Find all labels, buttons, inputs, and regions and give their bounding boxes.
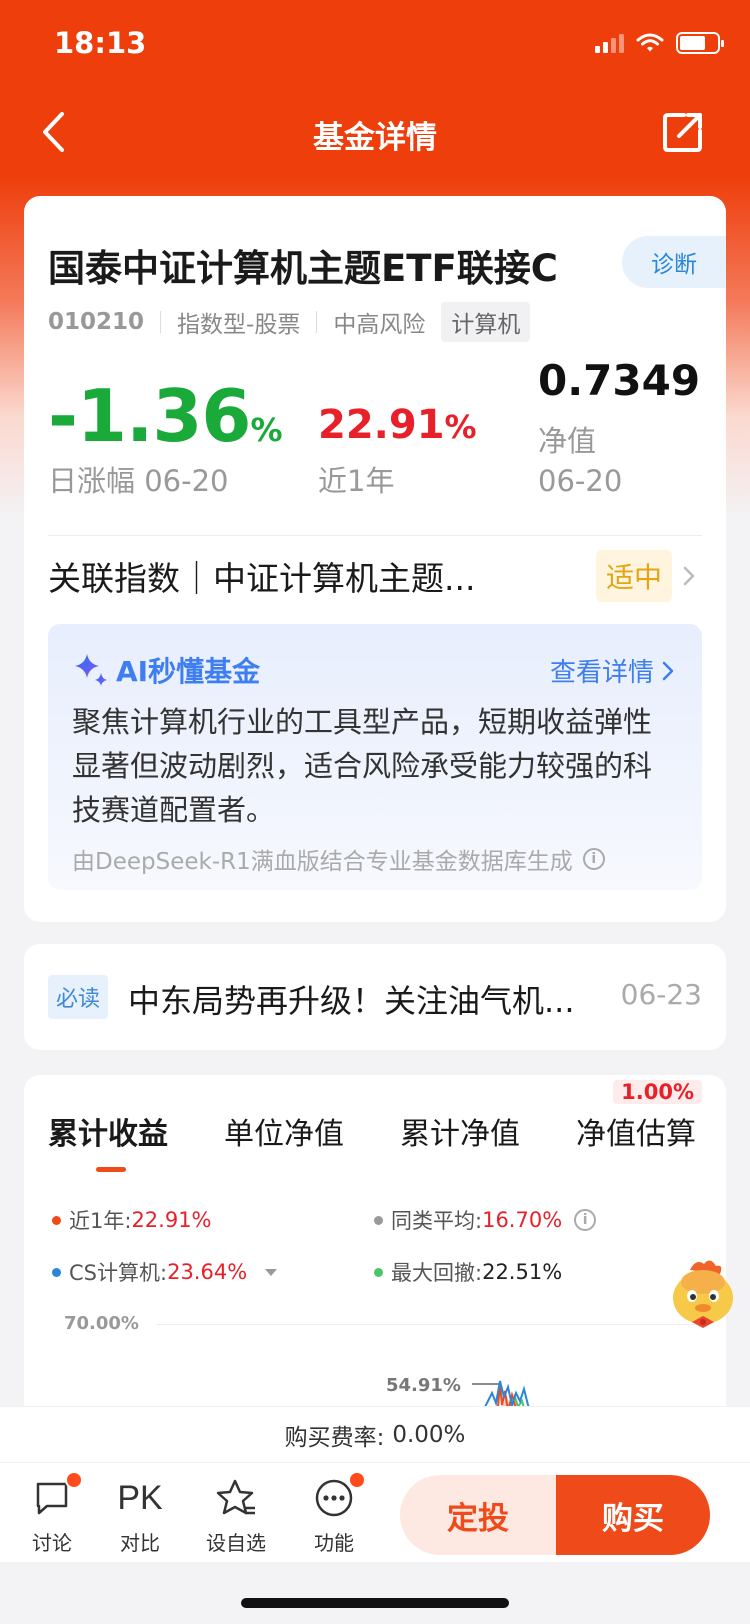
status-icons [595, 32, 724, 54]
compare-label: 对比 [120, 1531, 160, 1555]
home-indicator[interactable] [241, 1598, 509, 1608]
performance-card: 累计收益 单位净值 累计净值 净值估算 1.00% 近1年: 22.91% 同类… [24, 1075, 726, 1415]
signal-icon [595, 33, 624, 53]
pk-icon: PK [117, 1477, 162, 1519]
add-watchlist-button[interactable]: 设自选 [196, 1477, 276, 1556]
mascot-icon[interactable] [666, 1256, 740, 1332]
discuss-icon [33, 1471, 83, 1519]
functions-label: 功能 [314, 1531, 354, 1555]
compare-button[interactable]: PK 对比 [100, 1477, 180, 1556]
nav-value: 0.7349 [538, 356, 701, 405]
chevron-right-icon [682, 564, 702, 588]
functions-button[interactable]: 功能 [294, 1471, 374, 1556]
daily-change-label: 日涨幅 06-20 [48, 464, 229, 498]
daily-change: -1.36% [48, 374, 283, 458]
ai-summary-text: 聚焦计算机行业的工具型产品，短期收益弹性显著但波动剧烈，适合风险承受能力较强的科… [72, 705, 653, 827]
news-card[interactable]: 必读 中东局势再升级！关注油气机... 06-23 [24, 944, 726, 1050]
sparkle-icon [75, 654, 107, 686]
one-year-value: 22.91 [318, 402, 445, 448]
valuation-badge: 适中 [595, 550, 672, 602]
share-icon [663, 113, 702, 152]
star-icon [215, 1477, 257, 1519]
nav-label: 净值 [538, 424, 597, 458]
news-date: 06-23 [620, 978, 702, 1011]
meta-divider [316, 311, 318, 333]
sip-button[interactable]: 定投 [400, 1475, 556, 1555]
one-year-unit: % [444, 408, 477, 446]
buy-button[interactable]: 购买 [556, 1475, 710, 1555]
more-icon [314, 1471, 366, 1519]
nav-bar: 基金详情 [0, 96, 750, 168]
meta-divider [160, 311, 162, 333]
bottom-action-bar: 讨论 PK 对比 设自选 功能 定投 购买 [0, 1462, 750, 1562]
pk-text: PK [117, 1478, 163, 1517]
fee-label: 购买费率: [284, 1424, 385, 1451]
fund-meta: 010210 指数型-股票 中高风险 计算机 [48, 302, 531, 342]
discuss-button[interactable]: 讨论 [12, 1471, 92, 1556]
watchlist-label: 设自选 [206, 1531, 266, 1555]
fee-value: 0.00% [392, 1421, 466, 1448]
diagnose-button[interactable]: 诊断 [622, 236, 726, 288]
nav-date: 06-20 [538, 464, 623, 498]
trade-buttons: 定投 购买 [400, 1475, 710, 1555]
fund-type: 指数型-股票 [177, 312, 301, 338]
fund-summary-card: 国泰中证计算机主题ETF联接C 诊断 010210 指数型-股票 中高风险 计算… [24, 196, 726, 922]
purchase-fee-bar: 购买费率: 0.00% [0, 1406, 750, 1462]
fund-name: 国泰中证计算机主题ETF联接C [48, 247, 558, 290]
page-title: 基金详情 [313, 120, 437, 156]
status-time: 18:13 [54, 26, 147, 60]
discuss-label: 讨论 [32, 1531, 72, 1555]
ai-header: AI秒懂基金 [72, 650, 260, 690]
ai-title: AI秒懂基金 [116, 655, 261, 688]
must-read-tag: 必读 [48, 975, 109, 1019]
notification-dot [348, 1471, 366, 1489]
ai-source-note: 由DeepSeek-R1满血版结合专业基金数据库生成 i [72, 842, 605, 876]
share-button[interactable] [662, 106, 710, 158]
wifi-icon [636, 33, 664, 53]
ai-detail-label: 查看详情 [549, 658, 654, 688]
related-index-text: 关联指数｜中证计算机主题... [48, 559, 476, 598]
battery-icon [676, 32, 724, 54]
related-index-row[interactable]: 关联指数｜中证计算机主题... 适中 [48, 536, 702, 616]
notification-dot [65, 1471, 83, 1489]
home-indicator-area [0, 1562, 750, 1624]
info-icon[interactable]: i [582, 848, 605, 870]
ai-note-text: 由DeepSeek-R1满血版结合专业基金数据库生成 [72, 849, 573, 875]
daily-change-unit: % [250, 411, 283, 449]
one-year-label: 近1年 [318, 464, 395, 498]
one-year-return: 22.91% [318, 402, 477, 448]
industry-tag[interactable]: 计算机 [441, 302, 531, 342]
chevron-right-icon [662, 661, 674, 680]
news-title: 中东局势再升级！关注油气机... [128, 982, 575, 1020]
performance-chart[interactable] [24, 1075, 726, 1415]
daily-change-value: -1.36 [48, 374, 252, 458]
status-bar: 18:13 [0, 0, 750, 90]
ai-summary-box: AI秒懂基金 查看详情 聚焦计算机行业的工具型产品，短期收益弹性显著但波动剧烈，… [48, 624, 702, 890]
fund-code: 010210 [48, 309, 145, 335]
fund-risk: 中高风险 [333, 312, 426, 338]
ai-detail-link[interactable]: 查看详情 [550, 652, 674, 689]
